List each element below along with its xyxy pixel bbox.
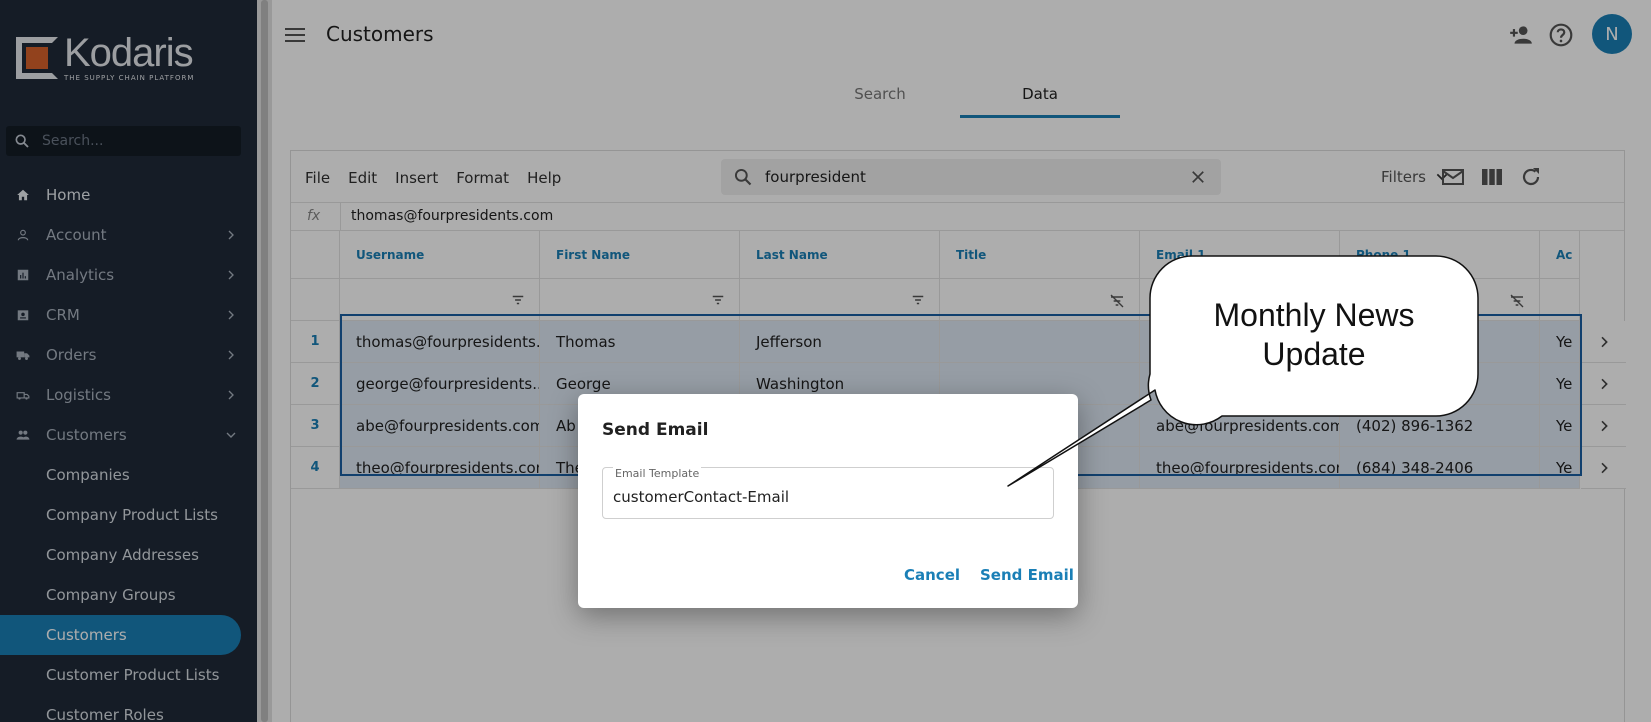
send-email-dialog: Send Email Email Template customerContac… [578, 394, 1078, 608]
callout-line-2: Update [1262, 336, 1366, 372]
send-email-button[interactable]: Send Email [980, 566, 1074, 584]
cancel-button[interactable]: Cancel [904, 566, 960, 584]
email-template-label: Email Template [613, 467, 702, 480]
callout-line-1: Monthly News [1213, 297, 1415, 333]
callout-text: Monthly News Update [1150, 296, 1478, 374]
email-template-field[interactable]: Email Template customerContact-Email [602, 467, 1054, 519]
dialog-title: Send Email [602, 420, 709, 440]
email-template-value[interactable]: customerContact-Email [613, 488, 789, 506]
